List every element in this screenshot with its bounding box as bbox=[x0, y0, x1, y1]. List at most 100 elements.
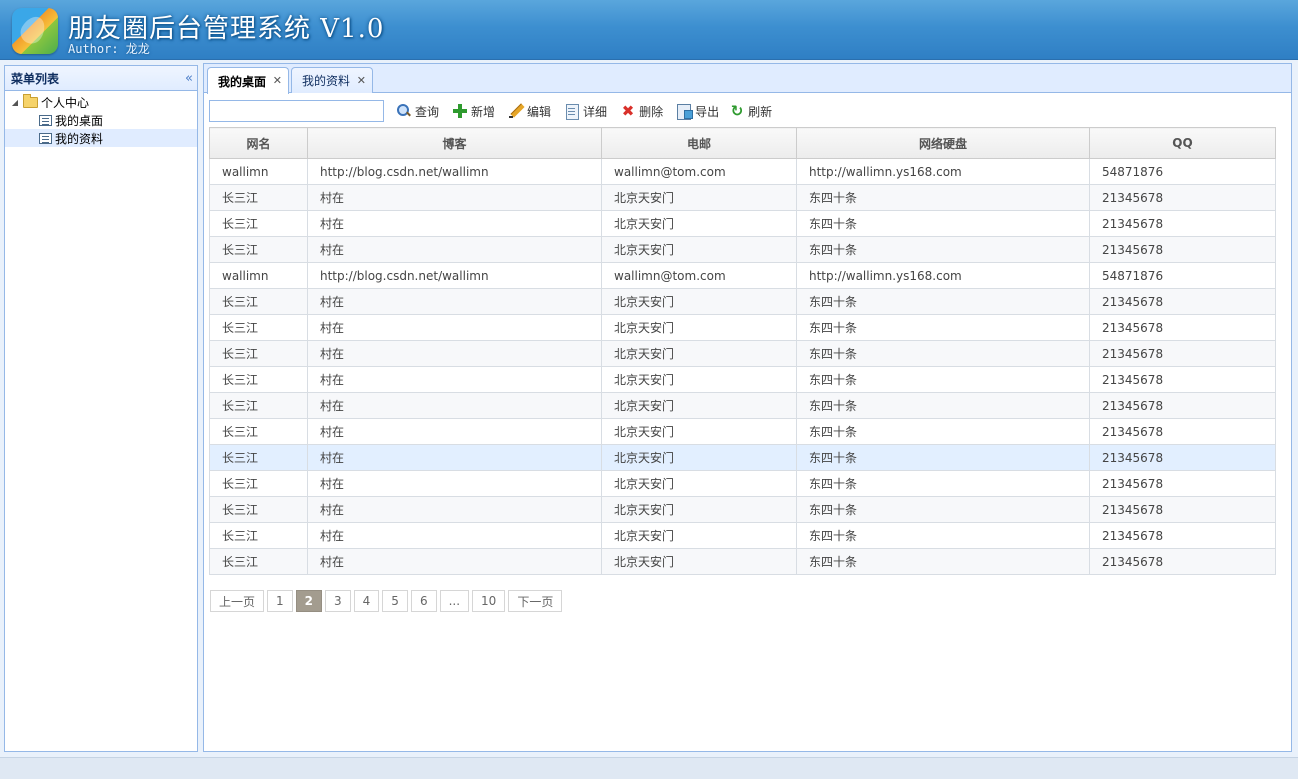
search-button[interactable]: 查询 bbox=[392, 100, 445, 122]
table-cell: 长三江 bbox=[209, 548, 308, 575]
tree-node-my-profile[interactable]: 我的资料 bbox=[5, 129, 197, 147]
table-row[interactable]: wallimn http://blog.csdn.net/wallimn walli… bbox=[209, 158, 1276, 185]
table-row[interactable]: 长三江 村在 北京天安门 东四十条 21345678 bbox=[209, 210, 1276, 237]
table-cell: wallimn bbox=[209, 158, 308, 185]
edit-button-label: 编辑 bbox=[527, 104, 552, 119]
grid-body: wallimn http://blog.csdn.net/wallimn walli… bbox=[209, 158, 1276, 575]
table-cell: 北京天安门 bbox=[601, 418, 797, 445]
table-cell: 东四十条 bbox=[796, 496, 1090, 523]
tree-node-label: 我的资料 bbox=[55, 131, 104, 146]
prev-page-button[interactable]: 上一页 bbox=[210, 590, 265, 612]
page-number-button[interactable]: 6 bbox=[410, 590, 437, 612]
column-header[interactable]: 电邮 bbox=[601, 127, 797, 159]
app-header: 朋友圈后台管理系统 V1.0 Author: 龙龙 bbox=[0, 0, 1298, 60]
table-row[interactable]: wallimn http://blog.csdn.net/wallimn walli… bbox=[209, 262, 1276, 289]
toolbar-separator bbox=[558, 101, 560, 121]
export-button-label: 导出 bbox=[695, 104, 720, 119]
table-row[interactable]: 长三江 村在 北京天安门 东四十条 21345678 bbox=[209, 470, 1276, 497]
table-cell: 21345678 bbox=[1089, 392, 1276, 419]
table-cell: 东四十条 bbox=[796, 392, 1090, 419]
table-cell: 村在 bbox=[307, 418, 602, 445]
table-cell: 北京天安门 bbox=[601, 210, 797, 237]
tree-node-personal-center[interactable]: ◢ 个人中心 bbox=[5, 93, 197, 111]
refresh-button[interactable]: ↻ 刷新 bbox=[725, 100, 778, 122]
table-row[interactable]: 长三江 村在 北京天安门 东四十条 21345678 bbox=[209, 496, 1276, 523]
table-cell: 东四十条 bbox=[796, 548, 1090, 575]
table-cell: http://blog.csdn.net/wallimn bbox=[307, 158, 602, 185]
table-row[interactable]: 长三江 村在 北京天安门 东四十条 21345678 bbox=[209, 366, 1276, 393]
toolbar-separator bbox=[670, 101, 672, 121]
table-cell: 长三江 bbox=[209, 210, 308, 237]
table-cell: 北京天安门 bbox=[601, 366, 797, 393]
document-icon bbox=[564, 103, 580, 120]
table-cell: http://wallimn.ys168.com bbox=[796, 262, 1090, 289]
table-row[interactable]: 长三江 村在 北京天安门 东四十条 21345678 bbox=[209, 418, 1276, 445]
tab-my-desktop[interactable]: 我的桌面 ✕ bbox=[207, 67, 290, 94]
table-cell: 村在 bbox=[307, 210, 602, 237]
tree-node-label: 个人中心 bbox=[41, 95, 90, 110]
export-button[interactable]: 导出 bbox=[672, 100, 725, 122]
table-cell: 长三江 bbox=[209, 236, 308, 263]
tree-node-label: 我的桌面 bbox=[55, 113, 104, 128]
table-row[interactable]: 长三江 村在 北京天安门 东四十条 21345678 bbox=[209, 548, 1276, 575]
page-number-button[interactable]: 4 bbox=[353, 590, 380, 612]
search-icon bbox=[396, 103, 412, 119]
table-cell: http://blog.csdn.net/wallimn bbox=[307, 262, 602, 289]
page-number-button[interactable]: ... bbox=[439, 590, 470, 612]
toolbar-separator bbox=[502, 101, 504, 121]
column-header[interactable]: 博客 bbox=[307, 127, 602, 159]
tree-expand-icon[interactable]: ◢ bbox=[9, 98, 21, 107]
table-cell: 村在 bbox=[307, 548, 602, 575]
table-cell: 北京天安门 bbox=[601, 184, 797, 211]
search-button-label: 查询 bbox=[415, 104, 440, 119]
table-row[interactable]: 长三江 村在 北京天安门 东四十条 21345678 bbox=[209, 340, 1276, 367]
menu-tree: ◢ 个人中心 我的桌面 我的资料 bbox=[5, 91, 197, 147]
page-number-button[interactable]: 2 bbox=[295, 590, 323, 612]
table-cell: 21345678 bbox=[1089, 366, 1276, 393]
table-cell: 长三江 bbox=[209, 340, 308, 367]
close-icon[interactable]: ✕ bbox=[273, 74, 282, 87]
add-button[interactable]: 新增 bbox=[448, 100, 501, 122]
search-input[interactable] bbox=[209, 100, 384, 122]
data-grid: 网名 博客 电邮 网络硬盘 QQ wallimn http://blog.csdn.net… bbox=[209, 127, 1276, 575]
double-chevron-left-icon[interactable]: « bbox=[185, 71, 193, 86]
column-header[interactable]: QQ bbox=[1089, 127, 1276, 159]
table-cell: 村在 bbox=[307, 288, 602, 315]
tree-node-my-desktop[interactable]: 我的桌面 bbox=[5, 111, 197, 129]
table-cell: 村在 bbox=[307, 470, 602, 497]
table-cell: 东四十条 bbox=[796, 210, 1090, 237]
table-cell: 东四十条 bbox=[796, 236, 1090, 263]
detail-button[interactable]: 详细 bbox=[560, 100, 613, 122]
table-cell: 北京天安门 bbox=[601, 236, 797, 263]
table-row[interactable]: 长三江 村在 北京天安门 东四十条 21345678 bbox=[209, 392, 1276, 419]
table-cell: 村在 bbox=[307, 340, 602, 367]
table-cell: wallimn@tom.com bbox=[601, 262, 797, 289]
page-number-button[interactable]: 5 bbox=[382, 590, 408, 612]
tab-label: 我的资料 bbox=[302, 74, 351, 88]
table-row[interactable]: 长三江 村在 北京天安门 东四十条 21345678 bbox=[209, 184, 1276, 211]
table-row[interactable]: 长三江 村在 北京天安门 东四十条 21345678 bbox=[209, 288, 1276, 315]
table-row[interactable]: 长三江 村在 北京天安门 东四十条 21345678 bbox=[209, 522, 1276, 549]
column-header[interactable]: 网名 bbox=[209, 127, 308, 159]
next-page-button[interactable]: 下一页 bbox=[508, 590, 563, 612]
edit-button[interactable]: 编辑 bbox=[504, 100, 557, 122]
column-header[interactable]: 网络硬盘 bbox=[796, 127, 1090, 159]
close-icon[interactable]: ✕ bbox=[357, 74, 366, 87]
table-row[interactable]: 长三江 村在 北京天安门 东四十条 21345678 bbox=[209, 236, 1276, 263]
toolbar-separator bbox=[446, 101, 448, 121]
tab-my-profile[interactable]: 我的资料 ✕ bbox=[291, 67, 374, 93]
delete-button[interactable]: ✖ 删除 bbox=[616, 100, 669, 122]
refresh-icon: ↻ bbox=[730, 102, 744, 120]
pencil-icon bbox=[508, 103, 524, 119]
table-cell: 北京天安门 bbox=[601, 444, 797, 471]
table-cell: wallimn@tom.com bbox=[601, 158, 797, 185]
table-cell: 长三江 bbox=[209, 522, 308, 549]
page-number-button[interactable]: 10 bbox=[472, 590, 506, 612]
page-number-button[interactable]: 3 bbox=[325, 590, 351, 612]
table-cell: 长三江 bbox=[209, 444, 308, 471]
page-icon bbox=[39, 132, 52, 144]
page-number-button[interactable]: 1 bbox=[267, 590, 293, 612]
table-cell: 北京天安门 bbox=[601, 392, 797, 419]
table-row[interactable]: 长三江 村在 北京天安门 东四十条 21345678 bbox=[209, 444, 1276, 471]
table-row[interactable]: 长三江 村在 北京天安门 东四十条 21345678 bbox=[209, 314, 1276, 341]
